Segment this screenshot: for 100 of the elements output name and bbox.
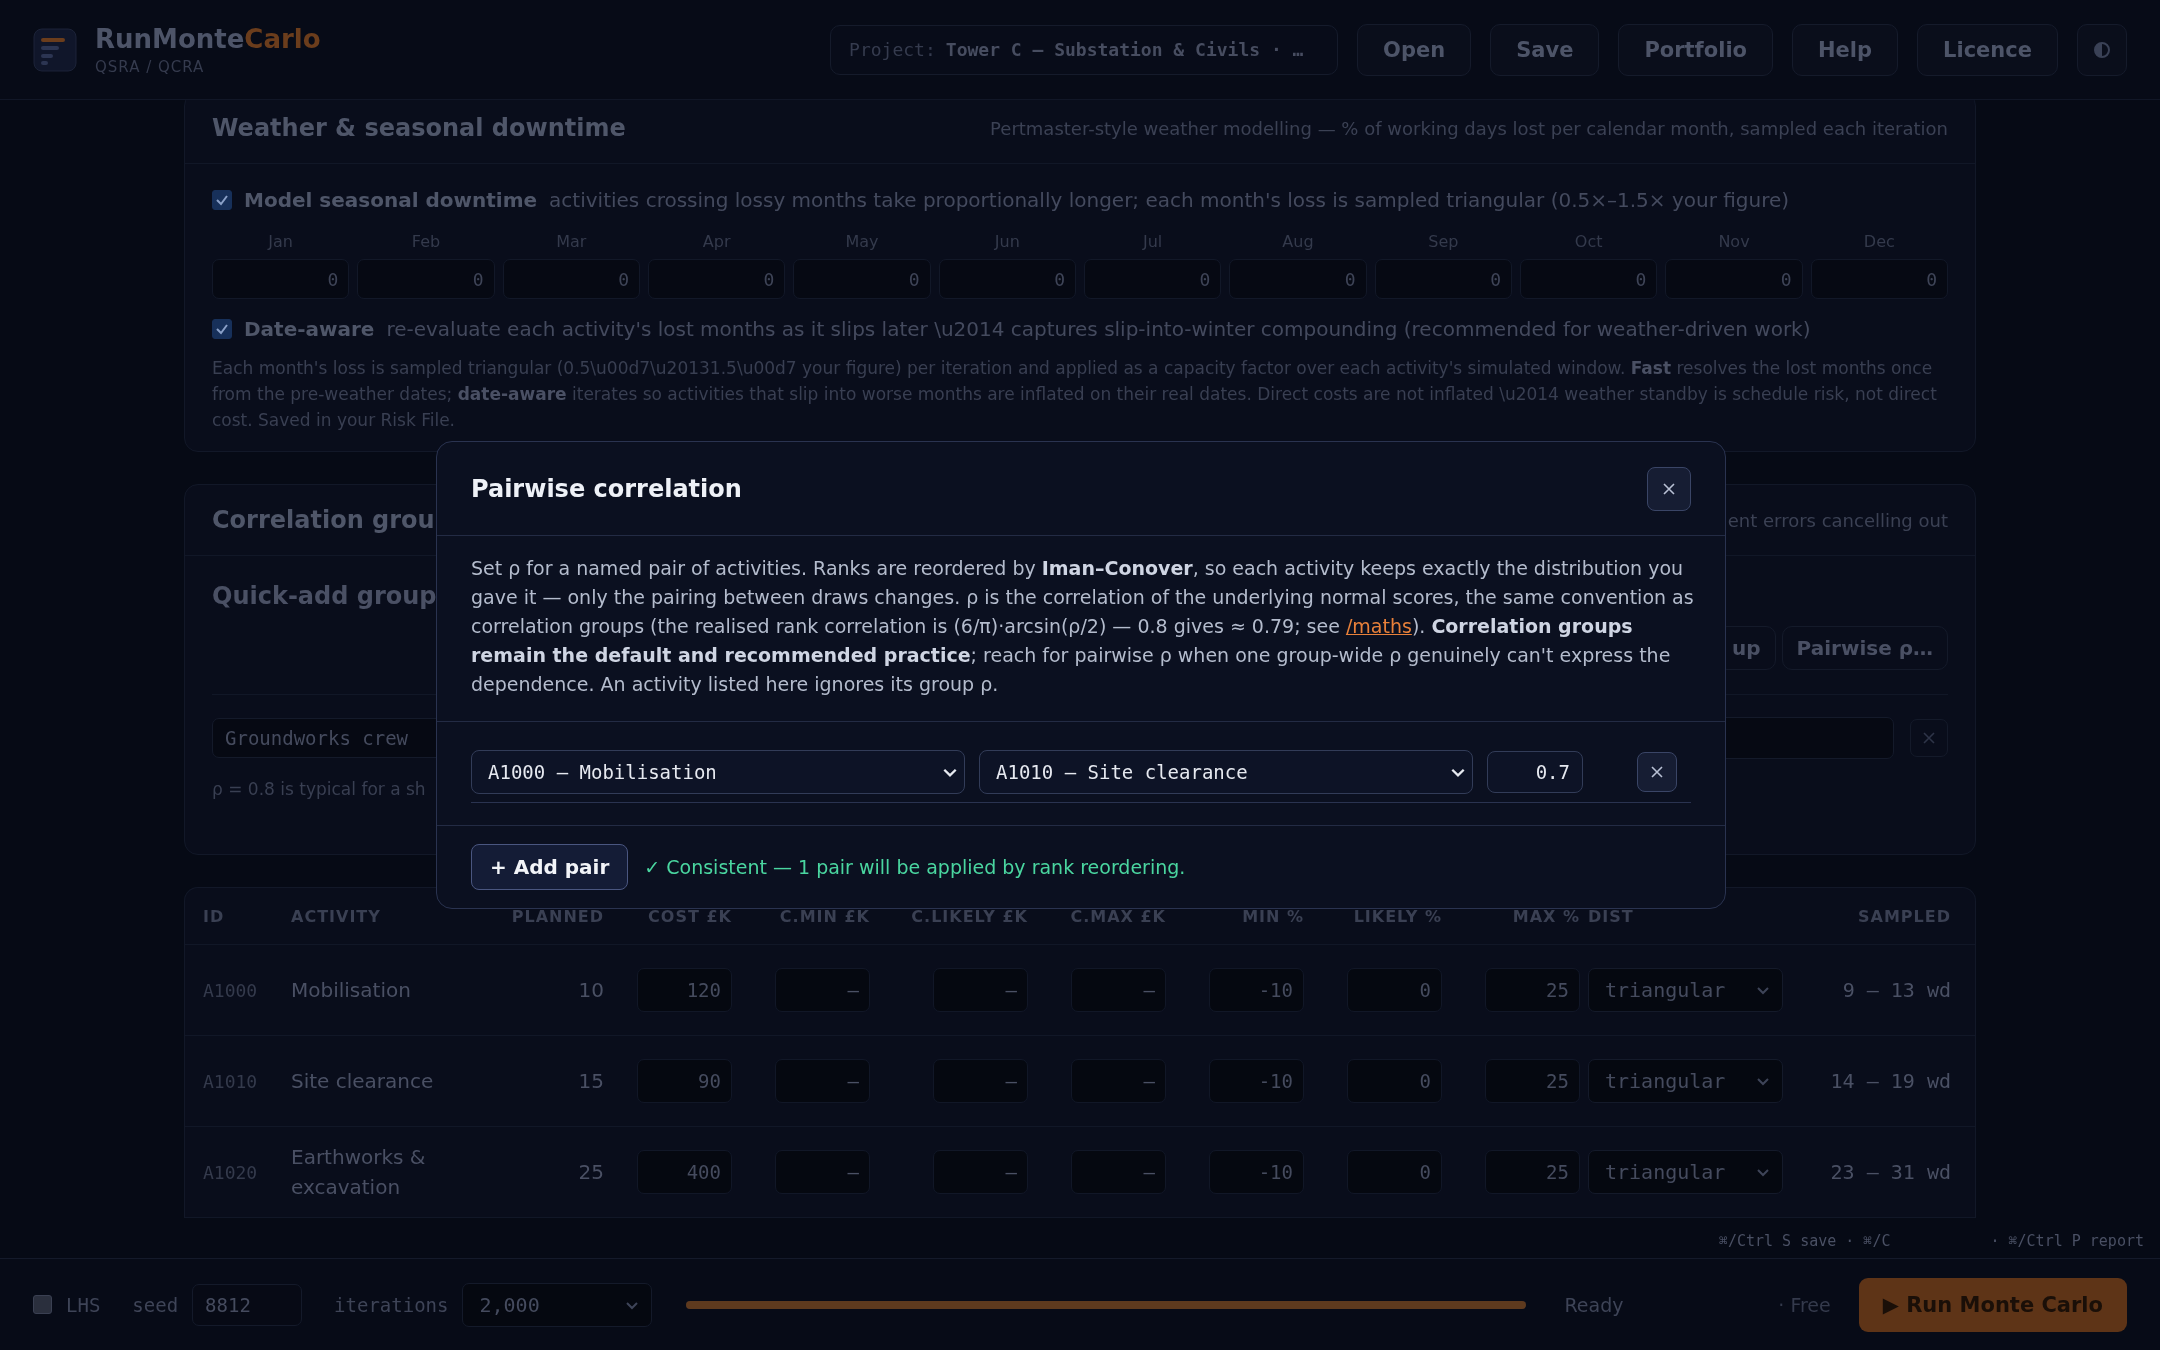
- section-description: ent errors cancelling out: [1727, 509, 1948, 531]
- iterations-label: iterations: [334, 1293, 449, 1316]
- column-header: COST £K: [647, 906, 732, 926]
- column-header: ACTIVITY: [291, 906, 382, 926]
- theme-toggle-button[interactable]: [2077, 23, 2127, 76]
- close-icon: [1651, 766, 1663, 778]
- header-button[interactable]: Licence: [1917, 23, 2058, 76]
- column-header: SAMPLED: [1857, 906, 1951, 926]
- column-header: C.MAX £K: [1069, 906, 1166, 926]
- month-input[interactable]: 0: [1084, 259, 1222, 299]
- table-input[interactable]: 90: [637, 1059, 732, 1103]
- table-input[interactable]: 0: [1347, 1150, 1442, 1194]
- section-title: Weather & seasonal downtime: [212, 114, 626, 142]
- month-input[interactable]: 0: [1810, 259, 1948, 299]
- checkbox[interactable]: [212, 190, 232, 210]
- rho-input[interactable]: 0.7: [1487, 751, 1583, 793]
- table-input[interactable]: -10: [1209, 968, 1304, 1012]
- column-header: MIN %: [1241, 906, 1304, 926]
- planned-duration: 25: [577, 1160, 604, 1184]
- table-input[interactable]: 25: [1485, 1059, 1580, 1103]
- activity-name: Site clearance: [291, 1068, 435, 1095]
- month-input[interactable]: 0: [1229, 259, 1367, 299]
- planned-duration: 10: [577, 978, 604, 1002]
- header-button[interactable]: Save: [1490, 23, 1600, 76]
- logo-icon: [33, 27, 77, 72]
- column-header: C.MIN £K: [778, 906, 870, 926]
- seed-label: seed: [132, 1293, 179, 1316]
- month-input[interactable]: 0: [648, 259, 786, 299]
- table-input[interactable]: 0: [1347, 1059, 1442, 1103]
- checkbox[interactable]: [33, 1295, 52, 1314]
- column-header: PLANNED: [510, 906, 604, 926]
- month-input[interactable]: 0: [1374, 259, 1512, 299]
- distribution-select[interactable]: triangular: [1588, 1059, 1783, 1103]
- activity-name: Earthworks & excavation: [291, 1144, 427, 1201]
- activity-select[interactable]: A1010 — Site clearance: [979, 750, 1473, 794]
- table-input[interactable]: 400: [637, 1150, 732, 1194]
- lhs-label: LHS: [66, 1293, 101, 1316]
- column-header: LIKELY %: [1352, 906, 1442, 926]
- table-input[interactable]: –: [1071, 1150, 1166, 1194]
- month-input[interactable]: 0: [357, 259, 495, 299]
- table-input[interactable]: –: [933, 1150, 1028, 1194]
- table-input[interactable]: –: [1071, 1059, 1166, 1103]
- activity-name: Mobilisation: [291, 977, 412, 1004]
- table-input[interactable]: –: [933, 1059, 1028, 1103]
- table-input[interactable]: –: [775, 1059, 870, 1103]
- table-input[interactable]: -10: [1209, 1059, 1304, 1103]
- table-input[interactable]: -10: [1209, 1150, 1304, 1194]
- checkmark-icon: [215, 193, 229, 207]
- close-icon: [1923, 732, 1935, 744]
- table-input[interactable]: –: [933, 968, 1028, 1012]
- header-button[interactable]: Open: [1357, 23, 1472, 76]
- distribution-select[interactable]: triangular: [1588, 1150, 1783, 1194]
- consistency-status: ✓ Consistent — 1 pair will be applied by rank reordering.: [644, 856, 1186, 878]
- table-input[interactable]: 120: [637, 968, 732, 1012]
- contrast-icon: [2093, 40, 2111, 59]
- sampled-range: 9 – 13 wd: [1841, 977, 1951, 1004]
- month-input[interactable]: 0: [793, 259, 931, 299]
- dialog-title: Pairwise correlation: [471, 474, 742, 503]
- shortcut-hint: · ⌘/Ctrl P report: [1990, 1232, 2144, 1250]
- run-button[interactable]: ▶ Run Monte Carlo: [1858, 1277, 2127, 1332]
- close-button[interactable]: [1647, 466, 1691, 511]
- checkbox-hint: re-evaluate each activity's lost months as it slips later \u2014 captures slip-into-winter compounding (recommended for weather-driven work): [386, 317, 1811, 341]
- section-title: Correlation grou: [212, 506, 435, 534]
- checkbox-hint: activities crossing lossy months take proportionally longer; each month's loss is sampled triangular (0.5×–1.5× your figure): [549, 188, 1790, 212]
- sampled-range: 23 – 31 wd: [1829, 1159, 1951, 1186]
- table-input[interactable]: 0: [1347, 968, 1442, 1012]
- month-input[interactable]: 0: [1520, 259, 1658, 299]
- section-description: Pertmaster-style weather modelling — % of working days lost per calendar month, sampled each iteration: [990, 117, 1948, 139]
- month-input[interactable]: 0: [938, 259, 1076, 299]
- quick-add-button[interactable]: Pairwise ρ…: [1781, 626, 1948, 670]
- maths-link[interactable]: /maths: [1345, 615, 1412, 637]
- table-input[interactable]: 25: [1485, 968, 1580, 1012]
- month-input[interactable]: 0: [212, 259, 350, 299]
- planned-duration: 15: [577, 1069, 604, 1093]
- close-icon: [1663, 482, 1675, 495]
- month-input[interactable]: 0: [502, 259, 640, 299]
- sampled-range: 14 – 19 wd: [1829, 1068, 1951, 1095]
- run-status: Ready: [1564, 1293, 1624, 1316]
- checkmark-icon: [215, 322, 229, 336]
- table-input[interactable]: –: [1071, 968, 1166, 1012]
- remove-pair-button[interactable]: [1637, 752, 1677, 792]
- quick-add-title: Quick-add group: [212, 582, 437, 610]
- column-header: MAX %: [1511, 906, 1580, 926]
- iterations-select[interactable]: 2,000: [462, 1282, 653, 1327]
- add-pair-button[interactable]: + Add pair: [471, 844, 629, 890]
- seed-input[interactable]: 8812: [192, 1283, 303, 1326]
- checkbox-label: Model seasonal downtime: [244, 188, 538, 212]
- month-input[interactable]: 0: [1665, 259, 1803, 299]
- column-header: C.LIKELY £K: [910, 906, 1028, 926]
- checkbox-label: Date-aware: [244, 317, 375, 341]
- column-header: ID: [203, 906, 226, 926]
- header-button[interactable]: Portfolio: [1618, 23, 1773, 76]
- shortcut-hint: ⌘/Ctrl S save · ⌘/C: [1718, 1232, 1891, 1250]
- header-button[interactable]: Help: [1792, 23, 1899, 76]
- activity-select[interactable]: A1000 — Mobilisation: [471, 750, 965, 794]
- table-input[interactable]: 25: [1485, 1150, 1580, 1194]
- table-input[interactable]: –: [775, 968, 870, 1012]
- distribution-select[interactable]: triangular: [1588, 968, 1783, 1012]
- checkbox[interactable]: [212, 319, 232, 339]
- table-input[interactable]: –: [775, 1150, 870, 1194]
